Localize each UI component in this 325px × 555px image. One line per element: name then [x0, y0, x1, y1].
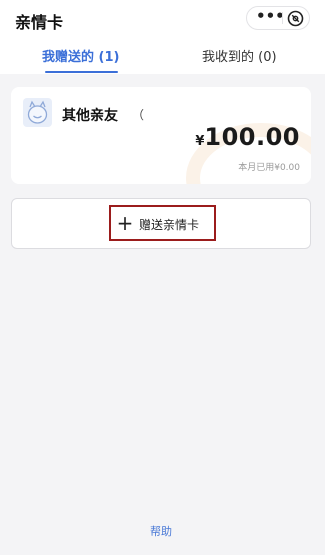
page-title: 亲情卡	[15, 13, 64, 32]
amount-value: 100.00	[204, 123, 300, 151]
more-dots-icon[interactable]: •••	[256, 7, 285, 29]
smiley-avatar-icon	[23, 98, 52, 127]
tab-received[interactable]: 我收到的 (0)	[202, 46, 277, 65]
active-tab-indicator	[45, 71, 118, 73]
gift-button-label: 赠送亲情卡	[139, 218, 200, 232]
member-name: 其他亲友	[62, 108, 118, 124]
close-circle-icon[interactable]	[287, 10, 304, 27]
gift-card-button[interactable]: + 赠送亲情卡	[11, 198, 311, 249]
family-card[interactable]: 其他亲友 （ ¥100.00 本月已用¥0.00	[11, 87, 311, 184]
highlight-box: + 赠送亲情卡	[109, 205, 216, 241]
plus-icon: +	[116, 211, 134, 235]
monthly-used: 本月已用¥0.00	[238, 163, 300, 173]
header-bar: 亲情卡 ••• 我赠送的 (1) 我收到的 (0)	[0, 0, 325, 74]
member-note: （	[132, 108, 145, 122]
help-link[interactable]: 帮助	[150, 523, 172, 539]
mini-program-capsule: •••	[246, 6, 310, 30]
capsule-divider	[282, 12, 283, 24]
tab-given[interactable]: 我赠送的 (1)	[42, 46, 119, 65]
card-amount: ¥100.00	[195, 123, 300, 151]
